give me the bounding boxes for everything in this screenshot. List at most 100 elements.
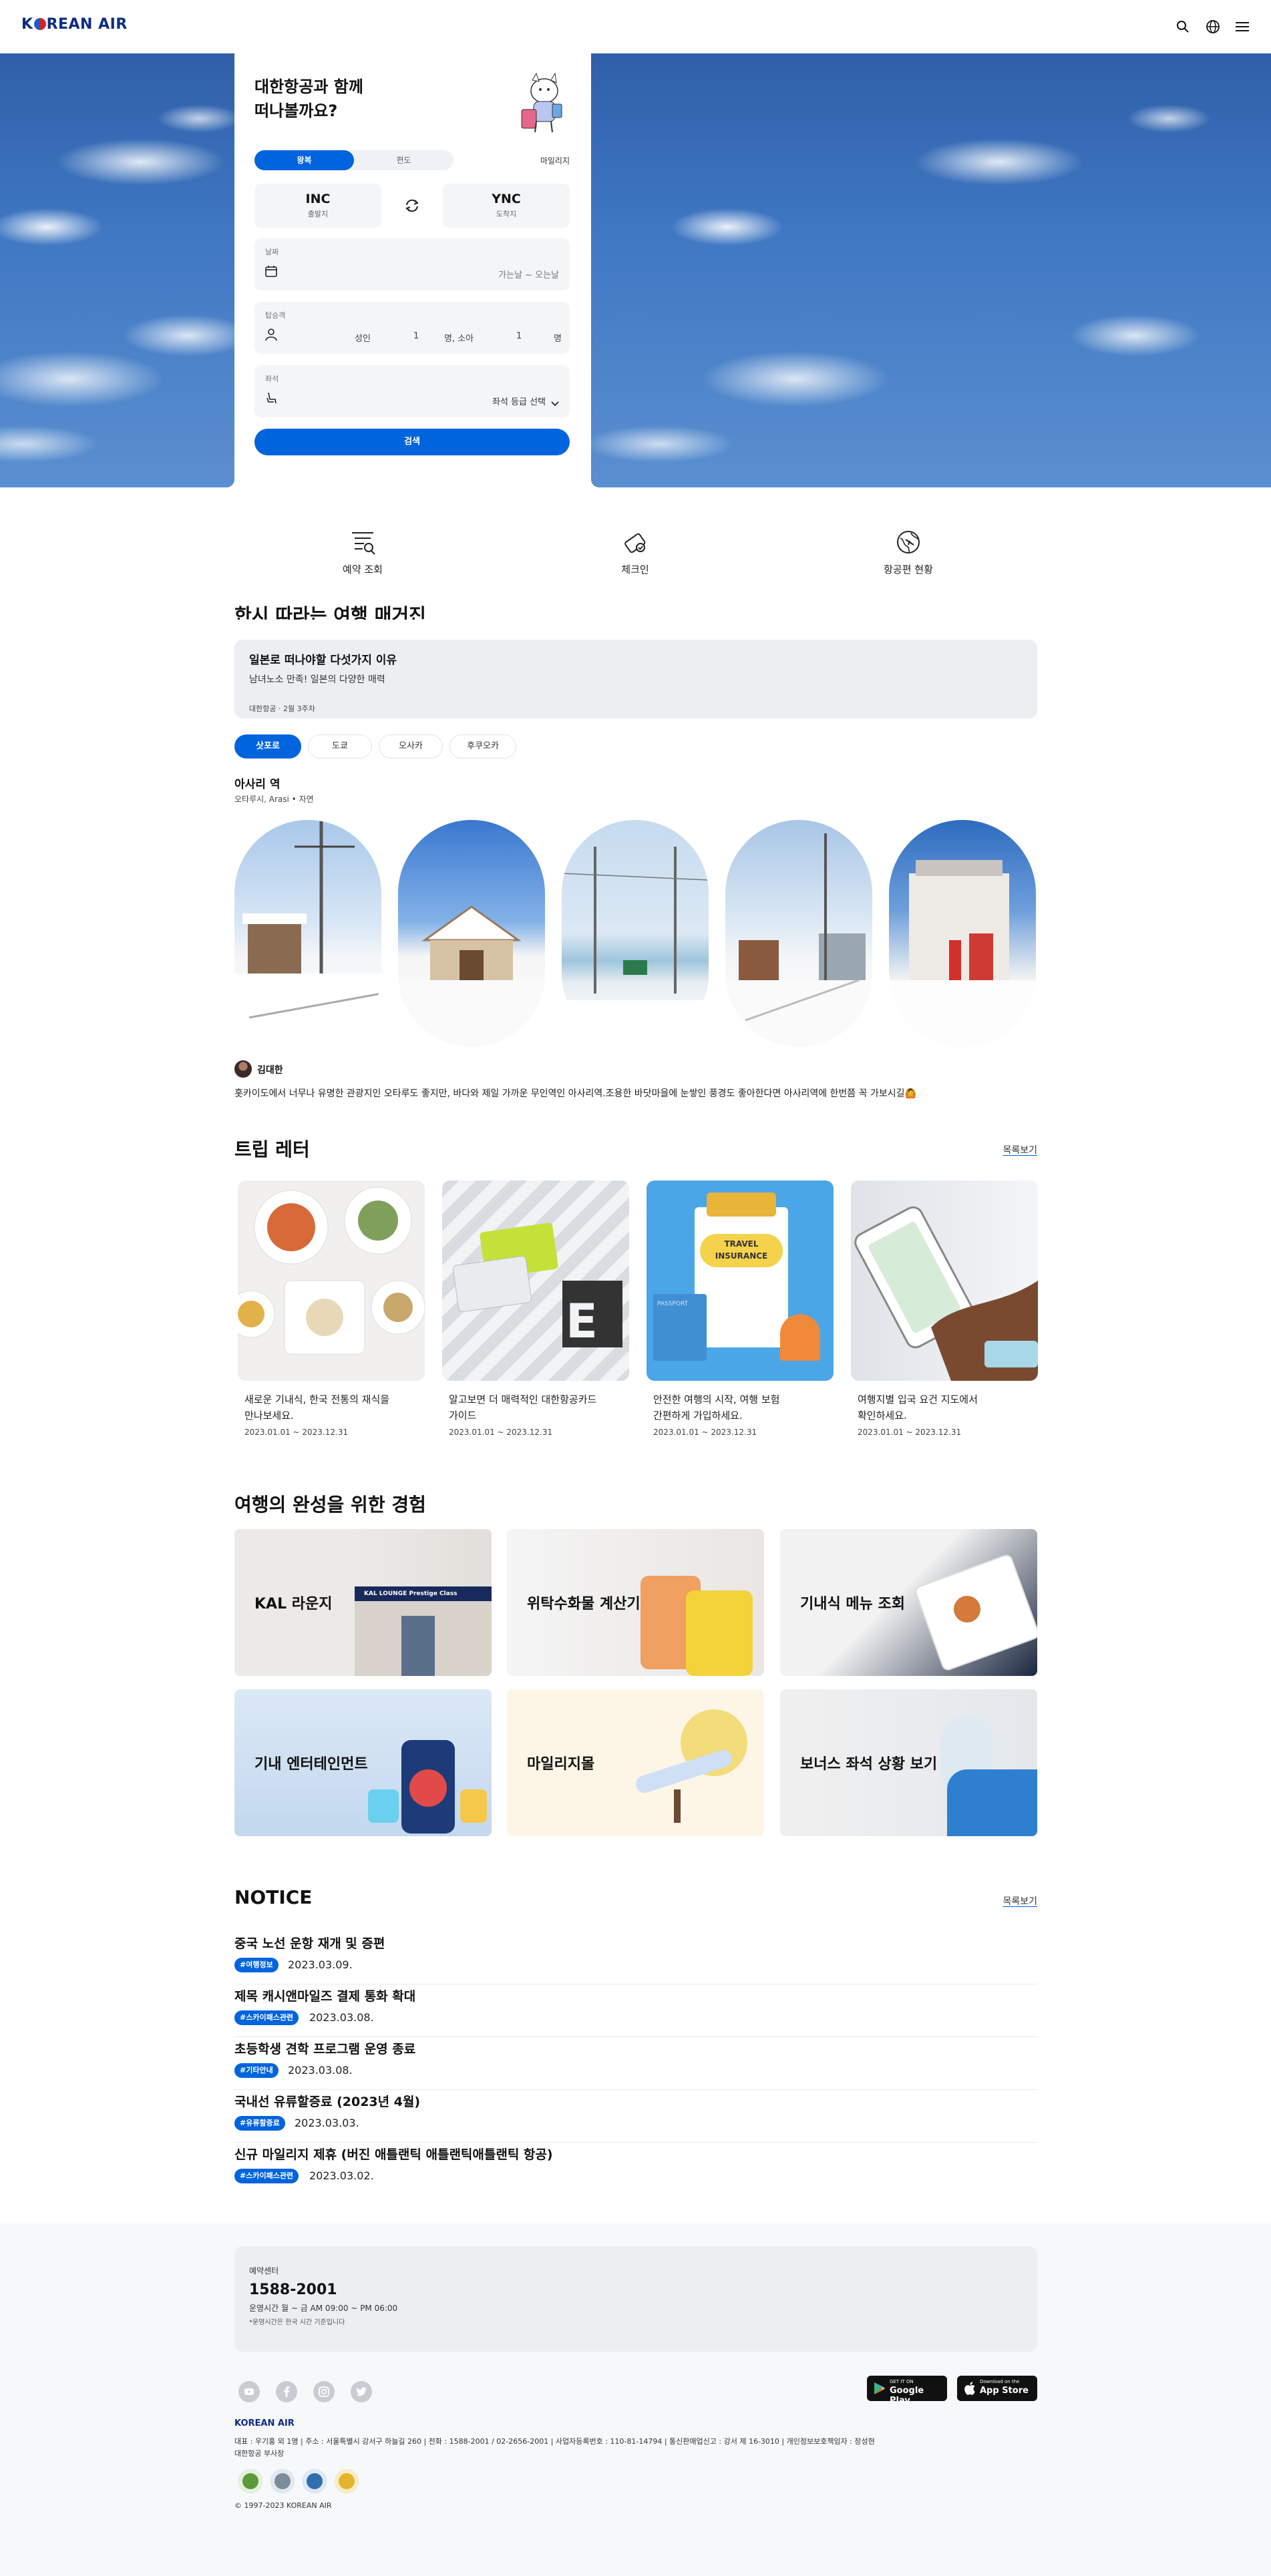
in-flight-meal-image — [238, 1180, 425, 1381]
station-photo-3[interactable] — [562, 820, 709, 1047]
exp-entertainment[interactable]: 기내 엔터테인먼트 — [234, 1689, 492, 1836]
station-photo-5[interactable] — [889, 820, 1036, 1047]
cs-phone[interactable]: 1588-2001 — [249, 2282, 1023, 2298]
travel-insurance-image: TRAVEL INSURANCE PASSPORT — [647, 1180, 834, 1381]
trip-letter-date-1: 2023.01.01 ~ 2023.12.31 — [244, 1428, 349, 1437]
flight-status-icon — [894, 527, 923, 557]
apple-icon — [964, 2382, 975, 2395]
station-photo-1[interactable] — [234, 820, 381, 1047]
customer-service-box: 예약센터 1588-2001 운영시간 월 ~ 금 AM 09:00 ~ PM … — [234, 2246, 1037, 2352]
notice-row-tag: #기타안내 — [234, 2063, 279, 2078]
chevron-down-icon[interactable] — [551, 397, 559, 409]
city-tab-osaka[interactable]: 오사카 — [379, 734, 443, 759]
notice-row-5[interactable]: 신규 마일리지 제휴 (버진 애틀랜틱 애틀랜틱애틀랜틱 항공) #스카이패스관… — [234, 2142, 1037, 2195]
instagram-icon[interactable] — [313, 2381, 335, 2402]
passenger-field[interactable]: 탑승객 성인 1 명, 소아 1 명 — [254, 302, 570, 354]
seat-label: 좌석 — [265, 375, 279, 383]
menu-icon[interactable] — [1233, 17, 1252, 36]
google-play-icon — [874, 2382, 885, 2394]
mileage-toggle[interactable]: 마일리지 — [540, 155, 570, 166]
certification-badge-4 — [335, 2469, 359, 2493]
city-tab-tokyo[interactable]: 도쿄 — [308, 734, 372, 759]
notice-row-title: 제목 캐시앤마일즈 결제 통화 확대 — [234, 1989, 416, 2004]
google-play-button[interactable]: GET IT ON Google Play — [867, 2376, 947, 2406]
insurance-text: TRAVEL INSURANCE — [700, 1234, 783, 1267]
notice-row-date: 2023.03.03. — [295, 2117, 359, 2129]
facebook-icon[interactable] — [276, 2381, 297, 2402]
trip-letter-header: 트립 레터 목록보기 — [234, 1135, 1037, 1162]
exp-bonus-seat[interactable]: 보너스 좌석 상황 보기 — [780, 1689, 1037, 1836]
trip-letter-more-link[interactable]: 목록보기 — [1003, 1143, 1037, 1156]
passenger-unit: 명 — [554, 334, 562, 344]
trip-letter-card-1[interactable]: 새로운 기내식, 한국 전통의 재식을 만나보세요. 2023.01.01 ~ 2… — [238, 1180, 425, 1437]
exp-mileage-mall[interactable]: 마일리지몰 — [507, 1689, 764, 1836]
exp-meal-menu[interactable]: 기내식 메뉴 조회 — [780, 1529, 1037, 1676]
app-store-button[interactable]: Download on the App Store — [957, 2376, 1037, 2401]
calendar-icon — [264, 264, 279, 278]
trip-letter-date-2: 2023.01.01 ~ 2023.12.31 — [449, 1428, 553, 1437]
notice-row-4[interactable]: 국내선 유류할증료 (2023년 4월) #유류할증료 2023.03.03. — [234, 2089, 1037, 2143]
footer-logo[interactable]: KOREAN AIR — [234, 2418, 295, 2428]
author-comment: 홋카이도에서 너무나 유명한 관광지인 오타루도 좋지만, 바다와 제일 가까운… — [234, 1088, 916, 1099]
globe-icon[interactable] — [1204, 17, 1222, 36]
origin-selector[interactable]: INC 출발지 — [254, 184, 381, 228]
exp-kal-lounge[interactable]: KAL 라운지 KAL LOUNGE Prestige Class — [234, 1529, 492, 1676]
destination-selector[interactable]: YNC 도착지 — [443, 184, 570, 228]
quick-menu-reservation[interactable]: 예약 조회 — [296, 527, 429, 576]
notice-row-date: 2023.03.08. — [288, 2064, 353, 2077]
notice-row-1[interactable]: 중국 노선 운항 재개 및 증편 #여행정보 2023.03.09. — [234, 1931, 1037, 1984]
magazine-article-card[interactable]: 일본로 떠나야할 다섯가지 이유 남녀노소 만족! 일본의 다양한 매력 대한항… — [234, 640, 1037, 718]
trip-letter-date-3: 2023.01.01 ~ 2023.12.31 — [653, 1428, 757, 1437]
magazine-title-clip: 한시 따라는 여행 매거진 — [234, 593, 635, 620]
cs-note: *운영시간은 한국 시간 기준입니다 — [249, 2319, 345, 2326]
trip-letter-card-3[interactable]: TRAVEL INSURANCE PASSPORT 안전한 여행의 시작, 여행… — [647, 1180, 834, 1437]
notice-row-2[interactable]: 제목 캐시앤마일즈 결제 통화 확대 #스카이패스관련 2023.03.08. — [234, 1984, 1037, 2037]
trip-letter-card-4[interactable]: 여행지별 입국 요건 지도에서 확인하세요. 2023.01.01 ~ 2023.… — [851, 1180, 1038, 1437]
station-photo-4[interactable] — [725, 820, 872, 1047]
search-icon[interactable] — [1173, 17, 1192, 36]
kal-lounge-sign: KAL LOUNGE Prestige Class — [355, 1586, 492, 1601]
station-photo-2[interactable] — [398, 820, 545, 1047]
notice-row-3[interactable]: 초등학생 견학 프로그램 운영 종료 #기타안내 2023.03.08. — [234, 2036, 1037, 2090]
seat-class-select[interactable]: 좌석 등급 선택 — [492, 395, 546, 407]
destination-code: YNC — [492, 192, 521, 206]
passenger-label: 탑승객 — [265, 311, 286, 320]
trip-letter-card-2[interactable]: E 알고보면 더 매력적인 대한항공카드 가이드 2023.01.01 ~ 202… — [442, 1180, 629, 1437]
notice-row-tag: #스카이패스관련 — [234, 2169, 299, 2183]
city-tab-fukuoka[interactable]: 후쿠오카 — [449, 734, 516, 759]
trip-letter-caption-4: 여행지별 입국 요건 지도에서 확인하세요. — [858, 1393, 978, 1422]
tab-oneway[interactable]: 편도 — [354, 150, 453, 170]
adult-count[interactable]: 1 — [413, 331, 419, 341]
child-count[interactable]: 1 — [516, 331, 522, 341]
exp-baggage-calculator[interactable]: 위탁수화물 계산기 — [507, 1529, 764, 1676]
date-field[interactable]: 날짜 가는날 ~ 오는날 — [254, 238, 570, 290]
date-value: 가는날 ~ 오는날 — [498, 270, 559, 280]
certification-badge-2 — [270, 2469, 295, 2493]
youtube-icon[interactable] — [238, 2381, 260, 2402]
notice-row-tag: #스카이패스관련 — [234, 2010, 299, 2025]
quick-menu-flight-status[interactable]: 항공편 현황 — [842, 527, 975, 576]
trip-letter-caption-1: 새로운 기내식, 한국 전통의 재식을 만나보세요. — [244, 1393, 390, 1422]
search-flights-button[interactable]: 검색 — [254, 429, 570, 455]
seat-class-field[interactable]: 좌석 좌석 등급 선택 — [254, 365, 570, 417]
destination-label: 도착지 — [496, 210, 517, 218]
notice-header: NOTICE 목록보기 — [234, 1886, 1037, 1913]
experience-title: 여행의 완성을 위한 경험 — [234, 1494, 426, 1516]
city-tab-sapporo[interactable]: 삿포로 — [234, 734, 301, 759]
quick-menu-checkin[interactable]: 체크인 — [568, 527, 702, 576]
seat-icon — [264, 391, 279, 405]
notice-row-date: 2023.03.02. — [309, 2169, 374, 2182]
child-label: 명, 소아 — [444, 334, 474, 344]
swap-airports-icon[interactable] — [403, 197, 421, 214]
place-name: 아사리 역 — [234, 778, 281, 791]
notice-row-date: 2023.03.08. — [309, 2011, 374, 2024]
date-label: 날짜 — [265, 248, 279, 256]
article-meta: 대한항공 · 2월 3주차 — [249, 704, 315, 713]
twitter-icon[interactable] — [351, 2381, 372, 2402]
certification-badge-3 — [303, 2469, 327, 2493]
notice-more-link[interactable]: 목록보기 — [1003, 1894, 1037, 1908]
tab-roundtrip[interactable]: 왕복 — [254, 150, 354, 170]
korean-air-logo[interactable]: K REAN AIR — [21, 16, 128, 33]
notice-row-title: 중국 노선 운항 재개 및 증편 — [234, 1936, 385, 1951]
site-footer: 예약센터 1588-2001 운영시간 월 ~ 금 AM 09:00 ~ PM … — [0, 2223, 1271, 2576]
